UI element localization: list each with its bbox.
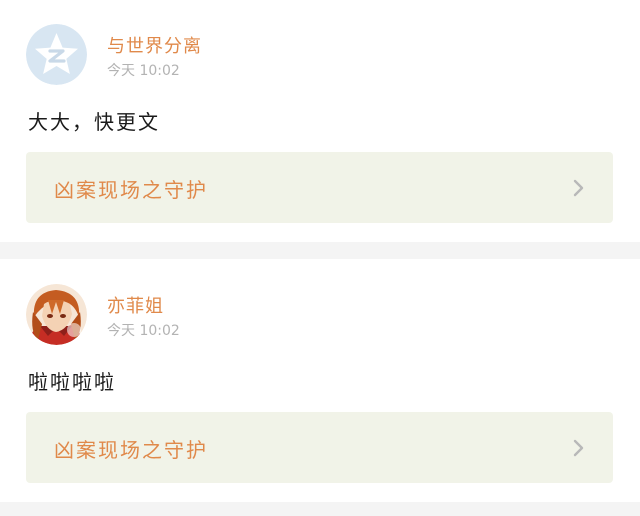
qzone-default-avatar-icon — [26, 24, 87, 85]
anime-character-avatar — [26, 284, 87, 345]
avatar[interactable] — [26, 24, 87, 85]
chevron-right-icon — [573, 439, 584, 457]
comment-feed: 与世界分离 今天 10:02 大大，快更文 凶案现场之守护 亦菲姐 今天 10:… — [0, 0, 640, 516]
username[interactable]: 亦菲姐 — [107, 292, 164, 318]
username[interactable]: 与世界分离 — [107, 32, 202, 58]
comment-text: 大大，快更文 — [28, 110, 160, 134]
timestamp: 今天 10:02 — [107, 63, 180, 79]
book-title: 凶案现场之守护 — [54, 438, 208, 462]
comment-text: 啦啦啦啦 — [28, 370, 116, 394]
comment-card: 与世界分离 今天 10:02 大大，快更文 凶案现场之守护 — [0, 0, 640, 242]
book-link[interactable]: 凶案现场之守护 — [26, 152, 613, 223]
comment-card: 亦菲姐 今天 10:02 啦啦啦啦 凶案现场之守护 — [0, 259, 640, 502]
avatar[interactable] — [26, 284, 87, 345]
book-link[interactable]: 凶案现场之守护 — [26, 412, 613, 483]
timestamp: 今天 10:02 — [107, 323, 180, 339]
chevron-right-icon — [573, 179, 584, 197]
book-title: 凶案现场之守护 — [54, 178, 208, 202]
